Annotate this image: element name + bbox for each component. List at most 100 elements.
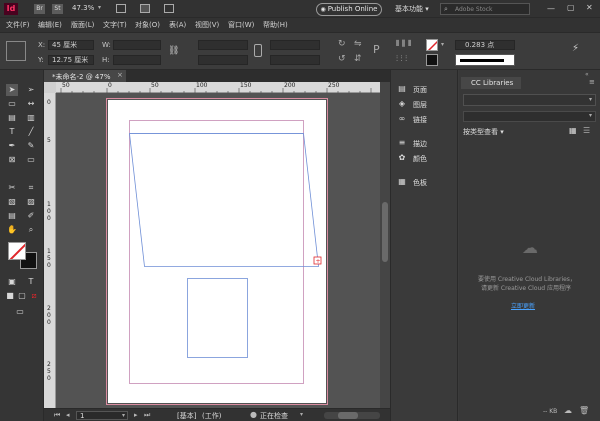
rotate-cw-icon[interactable]: ↻ [338,39,346,49]
zoom-tool-icon[interactable]: ⌕ [25,224,37,236]
minimize-button[interactable]: — [547,4,555,13]
arrange-documents-icon[interactable] [164,4,174,13]
type-tool-icon[interactable]: T [6,126,18,138]
apply-gradient-icon[interactable]: ▢ [16,290,28,302]
menu-file[interactable]: 文件(F) [6,20,30,30]
scroll-thumb[interactable] [382,202,388,262]
stock-button[interactable]: St [52,4,63,14]
line-tool-icon[interactable]: ╱ [25,126,37,138]
library-dropdown[interactable]: ▾ [463,94,596,106]
apply-none-icon[interactable]: ⧄ [28,290,40,302]
fill-swatch[interactable] [426,39,438,51]
first-page-icon[interactable]: ⏮ [54,411,60,420]
vertical-ruler[interactable]: 0 5 1 0 0 1 5 0 2 0 0 2 5 0 [44,93,56,408]
stroke-weight-field[interactable]: 0.283 点 [455,40,515,50]
flip-horizontal-icon[interactable]: ⇋ [354,39,362,49]
align-icon[interactable]: ⫴ ⫼ ⫴ [396,39,412,49]
panel-swatches[interactable]: ▦ 色板 [397,177,455,189]
rectangle-tool-icon[interactable]: ▭ [25,154,37,166]
preflight-menu-icon[interactable]: ▾ [300,411,303,418]
panel-menu-icon[interactable]: ≡ [589,78,595,86]
constrain-proportions-icon[interactable]: ⛓ [168,46,179,56]
scissors-tool-icon[interactable]: ✂ [6,182,18,194]
apply-color-icon[interactable]: ■ [4,290,16,302]
distribute-icon[interactable]: ⫶ ⫶ ⫶ [396,54,407,64]
quick-apply-icon[interactable]: ⚡ [572,43,579,54]
panel-collapse-icon[interactable]: « [585,71,589,78]
rotate-ccw-icon[interactable]: ↺ [338,54,346,64]
pen-tool-icon[interactable]: ✒ [6,140,18,152]
menu-layout[interactable]: 版面(L) [71,20,94,30]
gradient-tool-icon[interactable]: ▧ [6,196,18,208]
menu-view[interactable]: 视图(V) [195,20,219,30]
menu-help[interactable]: 帮助(H) [263,20,288,30]
pencil-tool-icon[interactable]: ✎ [25,140,37,152]
workspace-switcher[interactable]: 基本功能 ▾ [395,4,429,14]
panel-links[interactable]: ∞ 链接 [397,114,455,126]
delete-icon[interactable]: 🗑 [579,406,589,415]
rectangle-frame[interactable] [187,278,248,358]
transformed-frame[interactable] [129,133,319,267]
grid-view-icon[interactable]: ▦ [569,126,577,135]
panel-color[interactable]: ✿ 颜色 [397,153,455,165]
tab-close-icon[interactable]: × [117,71,123,79]
y-field[interactable]: 12.75 厘米 [48,55,94,65]
preflight-status[interactable]: 正在检查 [260,411,288,421]
reference-point-icon[interactable] [6,41,26,61]
cloud-sync-icon[interactable]: ☁ [564,406,572,415]
stock-search-input[interactable]: ⌕ Adobe Stock [440,3,530,15]
eyedropper-tool-icon[interactable]: ✐ [25,210,37,222]
document-tab[interactable]: *未命名-2 @ 47% × [44,70,126,82]
scale-x-field[interactable] [198,40,248,50]
library-dropdown-icon[interactable]: ▾ [589,96,592,103]
panel-stroke[interactable]: ≡ 描边 [397,138,455,150]
zoom-dropdown-icon[interactable]: ▾ [98,4,101,11]
ruler-origin[interactable] [44,82,56,93]
horizontal-ruler[interactable]: 50 0 50 100 150 200 250 [56,82,380,93]
fill-dropdown-icon[interactable]: ▾ [441,41,444,48]
maximize-button[interactable]: ▢ [567,3,575,12]
library-search-dropdown-icon[interactable]: ▾ [589,112,592,119]
rotation-field[interactable] [270,40,320,50]
constrain-scale-icon[interactable] [254,44,262,57]
selection-container-icon[interactable]: P [373,43,380,56]
x-field[interactable]: 45 厘米 [48,40,94,50]
zoom-level[interactable]: 47.3% [72,4,94,12]
list-view-icon[interactable]: ☰ [583,126,590,135]
content-placer-icon[interactable]: ▥ [25,112,37,124]
w-field[interactable] [113,40,161,50]
bridge-button[interactable]: Br [34,4,45,14]
panel-layers[interactable]: ◈ 图层 [397,99,455,111]
menu-window[interactable]: 窗口(W) [228,20,254,30]
note-tool-icon[interactable]: ▤ [6,210,18,222]
page-dropdown-icon[interactable]: ▾ [122,412,125,419]
h-field[interactable] [113,55,161,65]
view-by-dropdown[interactable]: 按类型查看 ▾ [463,127,504,137]
h-scroll-thumb[interactable] [338,412,358,419]
cc-libraries-tab[interactable]: CC Libraries [461,77,521,89]
gap-tool-icon[interactable]: ↔ [25,98,37,110]
page-number-field[interactable]: 1 ▾ [76,411,128,420]
next-page-icon[interactable]: ▸ [134,411,138,419]
gradient-feather-tool-icon[interactable]: ▨ [25,196,37,208]
publish-online-button[interactable]: ◉ Publish Online [316,3,382,16]
free-transform-tool-icon[interactable]: ⌗ [25,182,37,194]
stroke-swatch[interactable] [426,54,438,66]
shear-field[interactable] [270,55,320,65]
workflow-label[interactable]: (工作) [202,411,221,421]
vertical-scrollbar[interactable] [380,82,390,408]
close-button[interactable]: ✕ [586,3,593,12]
rectangle-frame-tool-icon[interactable]: ⊠ [6,154,18,166]
fill-proxy-icon[interactable] [8,242,26,260]
screen-mode-icon[interactable] [140,4,150,13]
library-search[interactable]: ▾ [463,111,596,122]
content-collector-icon[interactable]: ▤ [6,112,18,124]
selection-tool-icon[interactable]: ➤ [6,84,18,96]
last-page-icon[interactable]: ⏭ [144,411,150,420]
scale-y-field[interactable] [198,55,248,65]
horizontal-scrollbar[interactable] [324,412,380,419]
menu-object[interactable]: 对象(O) [135,20,160,30]
prev-page-icon[interactable]: ◂ [66,411,70,419]
panel-pages[interactable]: ▤ 页面 [397,84,455,96]
direct-selection-tool-icon[interactable]: ➢ [25,84,37,96]
